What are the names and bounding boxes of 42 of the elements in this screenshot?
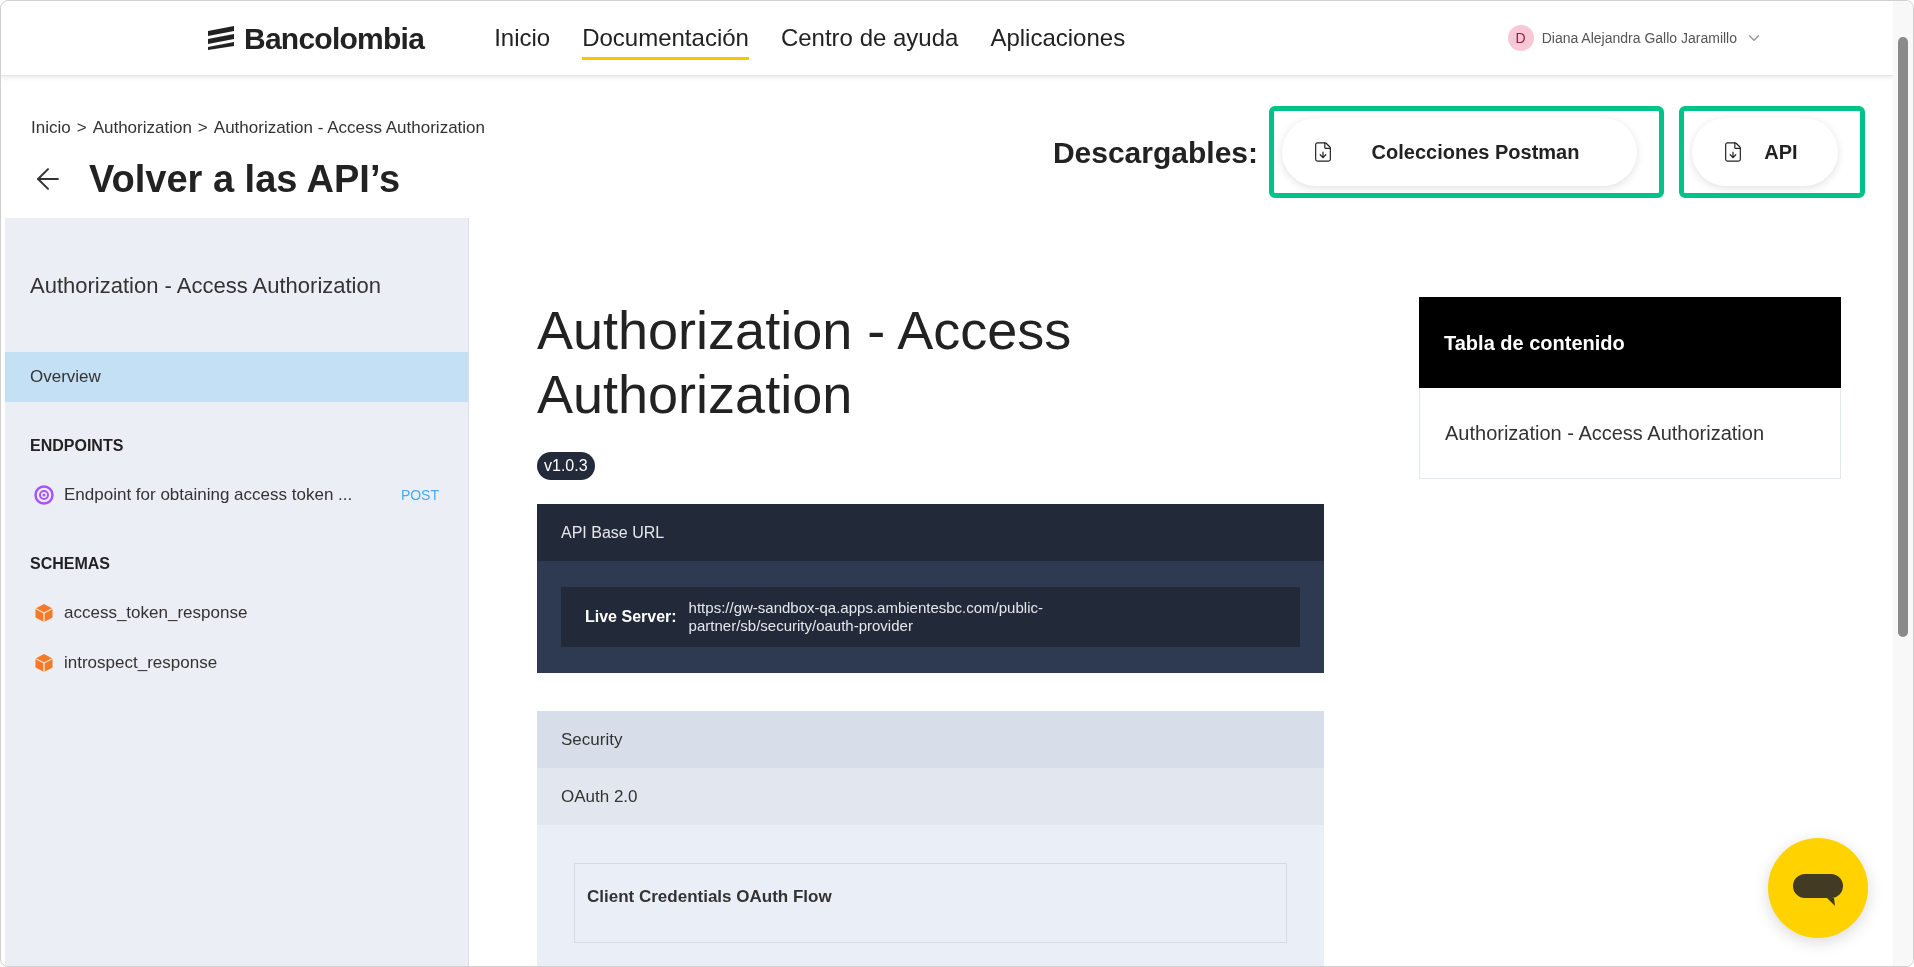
security-header: Security bbox=[537, 711, 1324, 768]
page-title: Authorization - Access Authorization bbox=[537, 299, 1073, 426]
breadcrumb-separator: > bbox=[197, 117, 208, 139]
logo-text: Bancolombia bbox=[244, 20, 425, 57]
target-icon bbox=[34, 485, 54, 505]
cube-icon bbox=[34, 653, 54, 673]
logo-icon bbox=[206, 25, 236, 51]
sidebar-heading: SCHEMAS bbox=[29, 554, 111, 574]
download-button[interactable]: API bbox=[1692, 118, 1838, 186]
breadcrumb-link[interactable]: Inicio bbox=[31, 115, 71, 141]
server-url: https://gw-sandbox-qa.apps.ambientesbc.com/public-partner/sb/security/oauth-provider bbox=[688, 599, 1044, 635]
sidebar-item[interactable]: access_token_response bbox=[5, 588, 468, 638]
nav-tab[interactable]: Aplicaciones bbox=[990, 20, 1126, 60]
nav-tab[interactable]: Documentación bbox=[582, 20, 749, 60]
nav-tab[interactable]: Centro de ayuda bbox=[780, 20, 959, 60]
user-avatar: D bbox=[1507, 25, 1534, 51]
panel-title: API Base URL bbox=[537, 504, 1324, 561]
cube-icon bbox=[34, 603, 54, 623]
user-menu[interactable]: D Diana Alejandra Gallo Jaramillo bbox=[1507, 25, 1763, 51]
scrollbar[interactable] bbox=[1893, 1, 1913, 966]
version-badge: v1.0.3 bbox=[537, 452, 595, 480]
sidebar-item[interactable]: Endpoint for obtaining access token ... POST bbox=[5, 470, 468, 520]
download-button[interactable]: Colecciones Postman bbox=[1282, 118, 1637, 186]
file-download-icon bbox=[1722, 141, 1744, 163]
file-download-icon bbox=[1312, 141, 1334, 163]
sidebar-item[interactable]: Overview bbox=[5, 352, 468, 402]
breadcrumb-link[interactable]: Authorization bbox=[92, 115, 192, 141]
user-name: Diana Alejandra Gallo Jaramillo bbox=[1541, 28, 1737, 48]
breadcrumb-separator: > bbox=[76, 117, 87, 139]
toc-link[interactable]: Authorization - Access Authorization bbox=[1419, 388, 1841, 479]
method-label: POST bbox=[400, 485, 439, 505]
toc-header: Tabla de contenido bbox=[1419, 297, 1841, 388]
back-title[interactable]: Volver a las API’s bbox=[89, 150, 401, 208]
breadcrumb-link[interactable]: Authorization - Access Authorization bbox=[213, 115, 485, 141]
flow-title: Client Credentials OAuth Flow bbox=[587, 887, 832, 906]
scheme-row: OAuth 2.0 bbox=[537, 768, 1324, 825]
sidebar-heading: ENDPOINTS bbox=[29, 436, 125, 456]
sidebar-item[interactable]: introspect_response bbox=[5, 638, 468, 688]
sidebar-title: Authorization - Access Authorization bbox=[29, 272, 382, 300]
server-label: Live Server: bbox=[585, 607, 677, 627]
downloads-label: Descargables: bbox=[1052, 134, 1258, 171]
nav-tab[interactable]: Inicio bbox=[494, 20, 551, 60]
